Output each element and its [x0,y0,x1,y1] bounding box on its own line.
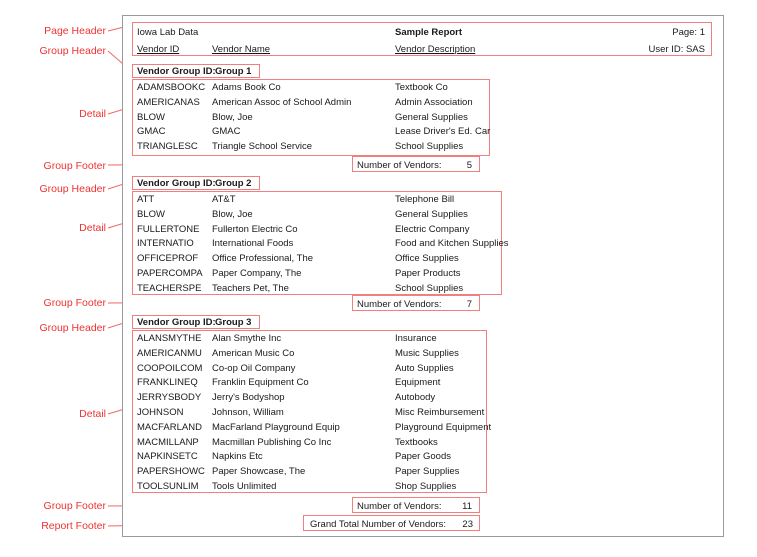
detail-vendor-name: Blow, Joe [212,208,253,220]
detail-vendor-description: Lease Driver's Ed. Car [395,126,491,138]
annotation-label: Report Footer [41,520,106,532]
group-header-value: Group 3 [215,317,252,328]
detail-vendor-description: Admin Association [395,96,473,108]
column-header-vendor-id: Vendor ID [137,44,180,55]
detail-vendor-id: PAPERSHOWC [137,466,205,478]
detail-vendor-id: TEACHERSPE [137,282,202,294]
detail-vendor-id: BLOW [137,208,165,220]
detail-vendor-id: ATT [137,194,155,205]
page-header-datasource: Iowa Lab Data [137,27,199,38]
detail-vendor-id: MACFARLAND [137,421,202,433]
annotation-label: Group Footer [43,500,106,512]
annotation-label: Detail [79,108,106,120]
detail-vendor-name: Johnson, William [212,407,284,418]
detail-vendor-name: Franklin Equipment Co [212,377,309,389]
report-design-diagram: Page Header Group Header Detail Group Foote… [0,0,757,557]
detail-vendor-description: Shop Supplies [395,481,457,492]
detail-vendor-name: Triangle School Service [212,141,312,153]
detail-vendor-id: COOPOILCOM [137,362,203,374]
detail-vendor-id: BLOW [137,111,165,123]
detail-vendor-description: Electric Company [395,223,470,235]
detail-vendor-name: American Assoc of School Admin [212,96,352,108]
detail-vendor-id: INTERNATIO [137,238,194,250]
detail-vendor-name: Teachers Pet, The [212,282,289,294]
detail-vendor-name: Tools Unlimited [212,481,277,492]
detail-vendor-name: AT&T [212,194,236,205]
annotation-label: Detail [79,222,106,234]
detail-vendor-id: PAPERCOMPA [137,268,203,279]
annotation-label: Group Footer [43,297,106,309]
detail-vendor-id: FRANKLINEQ [137,377,198,389]
detail-vendor-description: Paper Supplies [395,466,460,478]
detail-vendor-id: AMERICANMU [137,347,202,359]
detail-vendor-description: Playground Equipment [395,421,492,433]
detail-vendor-id: GMAC [137,126,166,138]
detail-vendor-name: Co-op Oil Company [212,362,296,374]
detail-vendor-name: Alan Smythe Inc [212,333,282,344]
group-footer-value: 7 [466,299,472,310]
detail-vendor-description: Telephone Bill [395,194,455,205]
detail-vendor-name: Adams Book Co [212,82,281,93]
detail-vendor-id: ALANSMYTHE [137,333,202,344]
column-header-vendor-name: Vendor Name [212,44,271,55]
detail-vendor-id: OFFICEPROF [137,253,199,265]
annotation-label: Detail [79,408,106,420]
detail-vendor-id: TRIANGLESC [137,141,198,153]
detail-vendor-name: Fullerton Electric Co [212,223,298,235]
annotation-label: Group Header [39,45,106,57]
annotation-label: Group Header [39,322,106,334]
detail-vendor-name: GMAC [212,126,241,138]
detail-vendor-description: Auto Supplies [395,362,454,374]
group-footer-value: 11 [462,501,472,512]
group-header-value: Group 2 [215,178,252,189]
detail-vendor-description: Paper Products [395,268,461,279]
detail-vendor-name: Blow, Joe [212,111,253,123]
detail-vendor-id: MACMILLANP [137,436,199,448]
detail-vendor-description: Textbook Co [395,82,448,93]
annotation-label: Group Footer [43,160,106,172]
detail-vendor-description: General Supplies [395,111,468,123]
detail-vendor-name: Office Professional, The [212,253,314,265]
page-header-title: Sample Report [395,27,463,38]
detail-vendor-description: Equipment [395,377,441,389]
detail-vendor-name: Napkins Etc [212,451,263,463]
detail-vendor-description: Autobody [395,392,436,404]
detail-vendor-description: Textbooks [395,436,438,448]
detail-vendor-description: Insurance [395,333,437,344]
column-header-vendor-description: Vendor Description [395,44,476,55]
detail-vendor-name: Paper Showcase, The [212,466,306,478]
page-header-page-number: Page: 1 [672,27,705,38]
group-header-label: Vendor Group ID: [137,66,216,77]
group-footer-value: 5 [466,160,472,171]
annotation-label: Page Header [44,25,106,37]
detail-vendor-name: MacFarland Playground Equip [212,421,340,433]
group-header-label: Vendor Group ID: [137,317,216,328]
detail-vendor-id: FULLERTONE [137,223,200,235]
detail-vendor-id: AMERICANAS [137,96,200,108]
detail-vendor-id: JOHNSON [137,407,184,418]
detail-vendor-name: Paper Company, The [212,268,302,279]
detail-vendor-name: American Music Co [212,347,295,359]
annotation-label: Group Header [39,183,106,195]
detail-vendor-description: Misc Reimbursement [395,407,485,418]
group-header-label: Vendor Group ID: [137,178,216,189]
detail-vendor-description: School Supplies [395,282,464,294]
detail-vendor-description: School Supplies [395,141,464,153]
group-header-value: Group 1 [215,66,252,77]
detail-vendor-name: Jerry's Bodyshop [212,392,285,404]
detail-vendor-name: International Foods [212,238,294,250]
detail-vendor-description: Music Supplies [395,347,459,359]
detail-vendor-id: NAPKINSETC [137,451,198,463]
detail-vendor-description: General Supplies [395,208,468,220]
page-header-user-id: User ID: SAS [648,44,706,55]
detail-vendor-description: Paper Goods [395,451,451,463]
detail-vendor-name: Macmillan Publishing Co Inc [212,436,332,448]
report-footer-value: 23 [462,519,473,530]
detail-vendor-description: Food and Kitchen Supplies [395,238,509,250]
detail-vendor-id: ADAMSBOOKC [137,82,206,93]
detail-vendor-description: Office Supplies [395,253,459,265]
detail-vendor-id: TOOLSUNLIM [137,481,199,492]
detail-vendor-id: JERRYSBODY [137,392,202,404]
